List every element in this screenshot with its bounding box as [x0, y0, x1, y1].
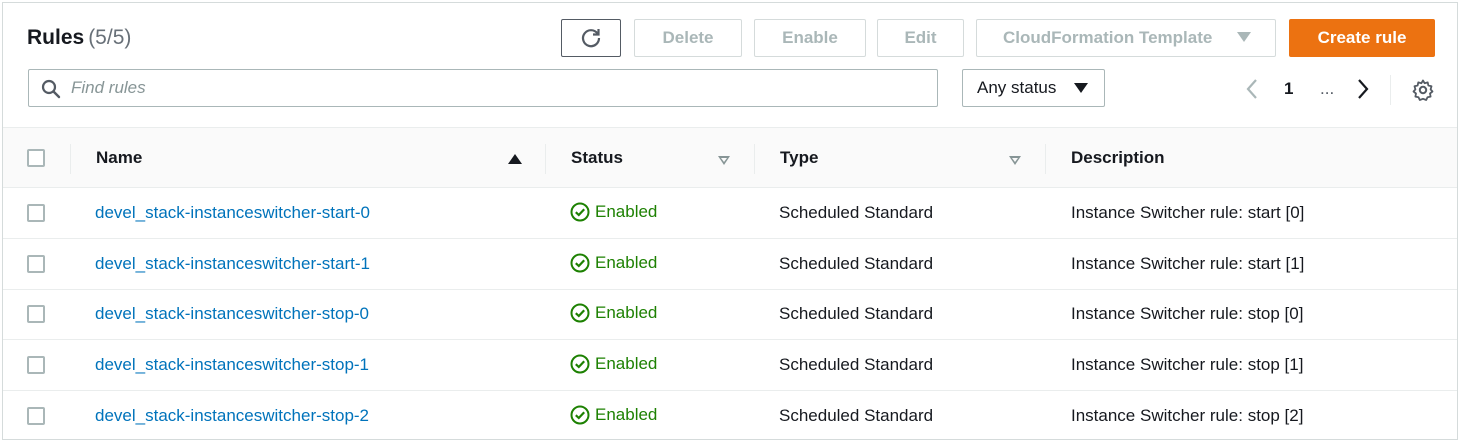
column-divider: [1045, 144, 1046, 174]
column-header-name[interactable]: Name: [96, 148, 142, 168]
check-circle-icon: [570, 354, 590, 374]
refresh-icon: [581, 29, 601, 48]
search-icon: [41, 79, 61, 99]
pagination-ellipsis: ...: [1320, 79, 1335, 98]
type-cell: Scheduled Standard: [779, 406, 934, 425]
table-row: devel_stack-instanceswitcher-start-0 Ena…: [3, 188, 1457, 239]
description-cell: Instance Switcher rule: start [0]: [1071, 203, 1305, 222]
column-header-type[interactable]: Type: [780, 148, 818, 168]
status-filter-select[interactable]: Any status: [962, 69, 1105, 107]
select-all-checkbox[interactable]: [27, 149, 45, 167]
type-cell: Scheduled Standard: [779, 254, 934, 273]
description-cell: Instance Switcher rule: stop [2]: [1071, 406, 1304, 425]
chevron-left-icon[interactable]: [1243, 77, 1261, 101]
row-checkbox[interactable]: [27, 407, 45, 425]
type-cell: Scheduled Standard: [779, 355, 934, 374]
status-text: Enabled: [595, 253, 658, 272]
status-text: Enabled: [595, 303, 658, 322]
sort-ascending-icon[interactable]: [508, 154, 522, 164]
caret-down-icon: [1237, 32, 1251, 42]
rule-name-link[interactable]: devel_stack-instanceswitcher-stop-0: [95, 304, 369, 324]
gear-icon[interactable]: [1411, 78, 1435, 102]
rules-panel: Rules (5/5) Delete Enable Edit CloudForma…: [2, 2, 1458, 440]
column-divider: [545, 144, 546, 174]
status-text: Enabled: [595, 354, 658, 373]
column-header-status[interactable]: Status: [571, 148, 623, 168]
table-header: Name Status Type Description: [3, 127, 1457, 188]
delete-button[interactable]: Delete: [634, 19, 742, 57]
column-header-description: Description: [1071, 148, 1165, 167]
chevron-right-icon[interactable]: [1354, 77, 1372, 101]
rule-name-link[interactable]: devel_stack-instanceswitcher-start-0: [95, 203, 370, 223]
enable-button[interactable]: Enable: [754, 19, 866, 57]
type-cell: Scheduled Standard: [779, 304, 934, 323]
page-title-text: Rules: [27, 26, 85, 49]
row-checkbox[interactable]: [27, 255, 45, 273]
status-cell: Enabled: [570, 303, 657, 323]
caret-down-icon: [1074, 83, 1088, 93]
column-divider: [70, 144, 71, 174]
search-input[interactable]: [71, 76, 921, 100]
description-cell: Instance Switcher rule: start [1]: [1071, 254, 1305, 273]
edit-button[interactable]: Edit: [877, 19, 964, 57]
sort-descending-icon[interactable]: [1009, 156, 1021, 165]
page-title: Rules (5/5): [27, 26, 131, 50]
search-box[interactable]: [28, 69, 938, 107]
status-cell: Enabled: [570, 202, 657, 222]
column-divider: [754, 144, 755, 174]
sort-descending-icon[interactable]: [718, 156, 730, 165]
check-circle-icon: [570, 303, 590, 323]
rule-name-link[interactable]: devel_stack-instanceswitcher-stop-1: [95, 355, 369, 375]
row-checkbox[interactable]: [27, 305, 45, 323]
check-circle-icon: [570, 253, 590, 273]
description-cell: Instance Switcher rule: stop [0]: [1071, 304, 1304, 323]
status-text: Enabled: [595, 405, 658, 424]
pagination-divider: [1390, 75, 1391, 105]
status-cell: Enabled: [570, 253, 657, 273]
refresh-button[interactable]: [561, 19, 621, 57]
create-rule-button[interactable]: Create rule: [1289, 19, 1435, 57]
rules-header: Rules (5/5) Delete Enable Edit CloudForma…: [3, 3, 1457, 127]
cloudformation-template-button[interactable]: CloudFormation Template: [976, 19, 1276, 57]
type-cell: Scheduled Standard: [779, 203, 934, 222]
check-circle-icon: [570, 202, 590, 222]
rule-name-link[interactable]: devel_stack-instanceswitcher-stop-2: [95, 406, 369, 426]
table-row: devel_stack-instanceswitcher-start-1 Ena…: [3, 239, 1457, 290]
description-cell: Instance Switcher rule: stop [1]: [1071, 355, 1304, 374]
pagination-page-1[interactable]: 1: [1284, 79, 1293, 99]
status-filter-value: Any status: [977, 78, 1057, 97]
status-cell: Enabled: [570, 354, 657, 374]
status-text: Enabled: [595, 202, 658, 221]
check-circle-icon: [570, 405, 590, 425]
table-row: devel_stack-instanceswitcher-stop-2 Enab…: [3, 391, 1457, 439]
table-row: devel_stack-instanceswitcher-stop-0 Enab…: [3, 289, 1457, 340]
rules-count: (5/5): [88, 26, 132, 49]
row-checkbox[interactable]: [27, 356, 45, 374]
cloudformation-template-label: CloudFormation Template: [1003, 28, 1213, 47]
table-body: devel_stack-instanceswitcher-start-0 Ena…: [3, 188, 1457, 439]
status-cell: Enabled: [570, 405, 657, 425]
table-row: devel_stack-instanceswitcher-stop-1 Enab…: [3, 340, 1457, 391]
row-checkbox[interactable]: [27, 204, 45, 222]
rule-name-link[interactable]: devel_stack-instanceswitcher-start-1: [95, 254, 370, 274]
